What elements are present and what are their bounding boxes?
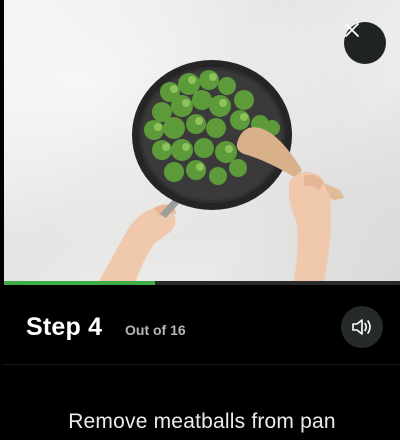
speaker-icon: [352, 319, 371, 335]
close-button[interactable]: [344, 22, 386, 64]
pan-illustration: [99, 60, 344, 281]
step-header: Step 4 Out of 16: [4, 285, 400, 365]
step-title: Step 4: [26, 313, 103, 341]
close-icon: [345, 23, 359, 37]
sound-button[interactable]: [341, 306, 383, 348]
step-photo: [4, 0, 400, 281]
step-count: Out of 16: [125, 322, 186, 338]
step-instruction: Remove meatballs from pan: [68, 410, 336, 433]
